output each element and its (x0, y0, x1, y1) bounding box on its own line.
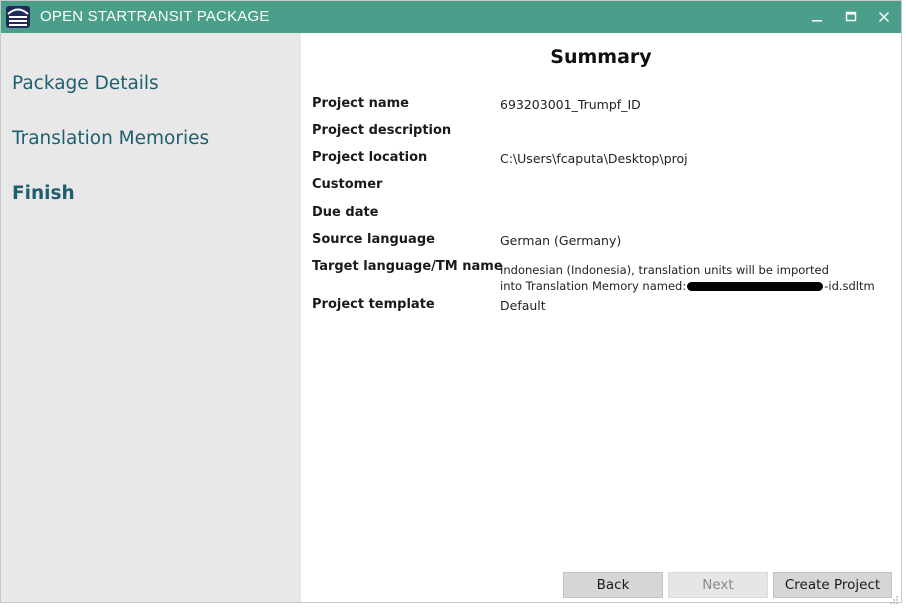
title-bar[interactable]: OPEN STARTRANSIT PACKAGE (1, 1, 901, 33)
value-source-language: German (Germany) (500, 233, 622, 248)
window-title: OPEN STARTRANSIT PACKAGE (40, 8, 270, 25)
tm-name-prefix: into Translation Memory named: (500, 279, 687, 293)
page-title: Summary (550, 46, 652, 68)
label-project-template: Project template (312, 297, 435, 312)
close-icon (878, 8, 890, 27)
label-source-language: Source language (312, 232, 435, 247)
label-customer: Customer (312, 177, 383, 192)
redacted-tm-name (687, 282, 824, 291)
value-project-template: Default (500, 298, 546, 313)
nav-item-finish[interactable]: Finish (12, 183, 75, 204)
minimize-icon (811, 8, 823, 27)
maximize-icon (845, 8, 857, 27)
label-project-name: Project name (312, 96, 409, 111)
dialog-window: OPEN STARTRANSIT PACKAGE Package Details… (0, 0, 902, 604)
maximize-button[interactable] (834, 1, 868, 33)
minimize-button[interactable] (800, 1, 834, 33)
label-project-location: Project location (312, 150, 428, 165)
next-button[interactable]: Next (668, 572, 768, 598)
summary-panel: Summary Project name 693203001_Trumpf_ID… (301, 33, 901, 602)
label-target-language: Target language/TM name (312, 259, 503, 274)
label-project-description: Project description (312, 123, 452, 138)
nav-item-translation-memories[interactable]: Translation Memories (12, 128, 209, 149)
label-due-date: Due date (312, 205, 379, 220)
resize-grip-icon[interactable] (889, 590, 899, 604)
value-project-location: C:\Users\fcaputa\Desktop\proj (500, 151, 688, 166)
back-button[interactable]: Back (563, 572, 663, 598)
value-target-language: Indonesian (Indonesia), translation unit… (500, 262, 875, 294)
value-project-name: 693203001_Trumpf_ID (500, 97, 641, 112)
target-language-line: Indonesian (Indonesia), translation unit… (500, 263, 829, 277)
close-button[interactable] (867, 1, 901, 33)
wizard-sidebar: Package Details Translation Memories Fin… (1, 33, 301, 602)
create-project-button[interactable]: Create Project (773, 572, 892, 598)
tm-name-line: into Translation Memory named: -id.sdltm (500, 278, 875, 294)
nav-item-package-details[interactable]: Package Details (12, 73, 159, 94)
app-logo-icon (5, 4, 31, 30)
tm-name-suffix: -id.sdltm (824, 279, 875, 293)
